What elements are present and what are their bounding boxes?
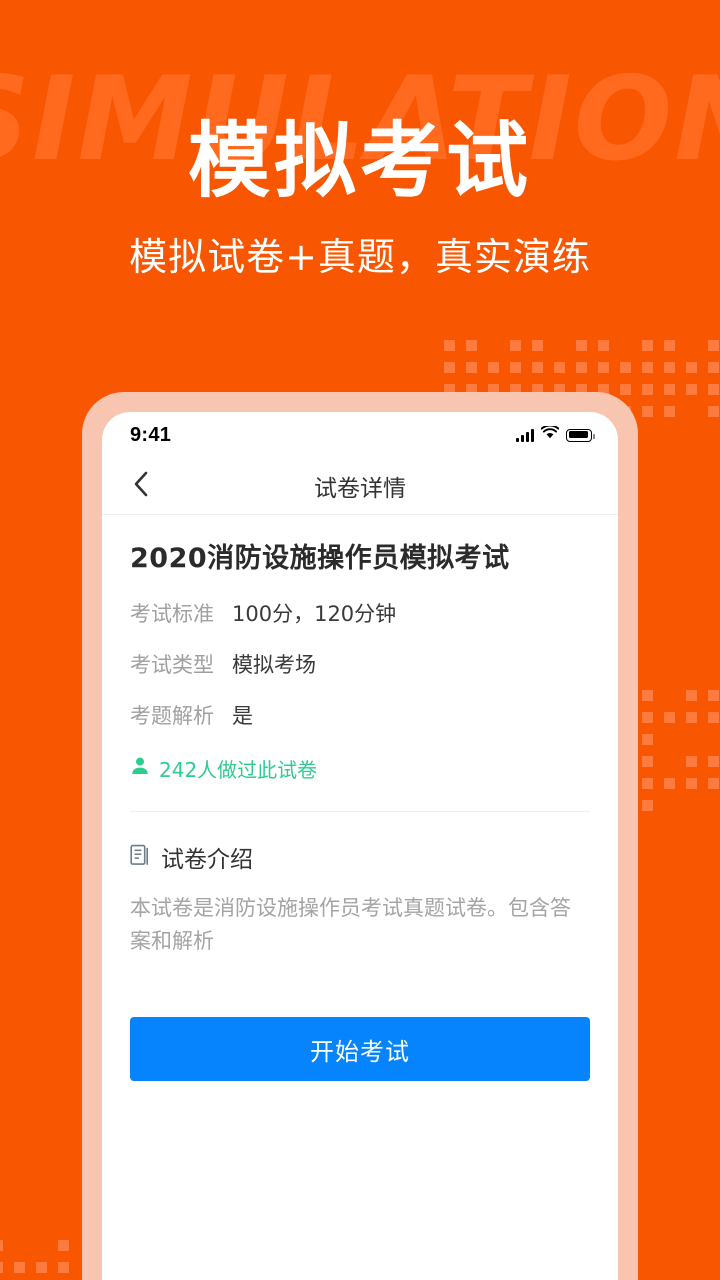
decorative-dot bbox=[532, 340, 543, 351]
decorative-dot bbox=[532, 362, 543, 373]
decorative-dot bbox=[686, 778, 697, 789]
meta-label: 考试类型 bbox=[130, 653, 214, 678]
meta-value: 模拟考场 bbox=[232, 653, 316, 678]
phone-screen: 9:41 试卷详情 2020消防设施操作员模拟考试 考试标准 100分，120分… bbox=[102, 412, 618, 1280]
decorative-dot bbox=[642, 362, 653, 373]
decorative-dot bbox=[598, 340, 609, 351]
decorative-dot bbox=[488, 362, 499, 373]
decorative-dot bbox=[708, 756, 719, 767]
decorative-dot bbox=[708, 362, 719, 373]
decorative-dot bbox=[642, 690, 653, 701]
nav-bar: 试卷详情 bbox=[102, 458, 618, 515]
decorative-dot bbox=[686, 384, 697, 395]
decorative-dot bbox=[642, 340, 653, 351]
decorative-dot bbox=[444, 362, 455, 373]
decorative-dot bbox=[620, 384, 631, 395]
start-exam-button[interactable]: 开始考试 bbox=[130, 1017, 590, 1082]
back-button[interactable] bbox=[124, 469, 158, 503]
meta-label: 考题解析 bbox=[130, 704, 214, 729]
decorative-dot bbox=[554, 362, 565, 373]
meta-row: 考题解析 是 bbox=[130, 700, 590, 730]
decorative-dot bbox=[510, 340, 521, 351]
meta-label: 考试标准 bbox=[130, 602, 214, 627]
promo-title: 模拟考试 bbox=[187, 114, 532, 209]
status-bar: 9:41 bbox=[102, 412, 618, 458]
decorative-dot bbox=[708, 406, 719, 417]
decorative-dot bbox=[664, 712, 675, 723]
status-bar-icons bbox=[516, 424, 595, 444]
meta-row: 考试标准 100分，120分钟 bbox=[130, 598, 590, 628]
decorative-dot bbox=[708, 712, 719, 723]
battery-icon bbox=[566, 428, 595, 442]
decorative-dot bbox=[708, 690, 719, 701]
decorative-dot bbox=[642, 800, 653, 811]
meta-value: 是 bbox=[232, 704, 253, 729]
decorative-dot bbox=[0, 1240, 3, 1251]
decorative-dot bbox=[664, 340, 675, 351]
decorative-dot bbox=[686, 690, 697, 701]
person-icon bbox=[130, 756, 150, 781]
promo-page: SIMULATION 模拟考试 模拟试卷+真题，真实演练 9:41 bbox=[0, 0, 720, 1280]
decorative-dot bbox=[708, 340, 719, 351]
decorative-dot bbox=[642, 756, 653, 767]
chevron-left-icon bbox=[133, 471, 149, 502]
decorative-dot bbox=[686, 712, 697, 723]
decorative-dot bbox=[642, 734, 653, 745]
decorative-dot bbox=[620, 362, 631, 373]
signal-bars-icon bbox=[516, 428, 534, 442]
decorative-dot bbox=[708, 778, 719, 789]
decorative-dot bbox=[642, 406, 653, 417]
decorative-dot bbox=[686, 756, 697, 767]
decorative-dot bbox=[664, 362, 675, 373]
intro-section-body: 本试卷是消防设施操作员考试真题试卷。包含答案和解析 bbox=[130, 896, 571, 953]
decorative-dot bbox=[664, 384, 675, 395]
takers-count-row: 242人做过此试卷 bbox=[130, 754, 590, 783]
decorative-dot bbox=[664, 778, 675, 789]
decorative-dot bbox=[642, 778, 653, 789]
wifi-icon bbox=[540, 424, 560, 444]
decorative-dot bbox=[576, 340, 587, 351]
decorative-dot bbox=[444, 340, 455, 351]
decorative-dot bbox=[466, 340, 477, 351]
meta-row: 考试类型 模拟考场 bbox=[130, 649, 590, 679]
phone-mockup-frame: 9:41 试卷详情 2020消防设施操作员模拟考试 考试标准 100分，120分… bbox=[82, 392, 638, 1280]
decorative-dot bbox=[642, 712, 653, 723]
section-divider bbox=[130, 811, 590, 813]
intro-section-header: 试卷介绍 bbox=[130, 840, 590, 874]
promo-subtitle: 模拟试卷+真题，真实演练 bbox=[129, 234, 591, 279]
paper-detail-content: 2020消防设施操作员模拟考试 考试标准 100分，120分钟 考试类型 模拟考… bbox=[102, 515, 618, 1082]
decorative-dot bbox=[58, 1262, 69, 1273]
decorative-dot bbox=[0, 1262, 3, 1273]
intro-section-title: 试卷介绍 bbox=[161, 847, 253, 874]
decorative-dot bbox=[664, 406, 675, 417]
decorative-dot bbox=[36, 1262, 47, 1273]
takers-count-label: 242人做过此试卷 bbox=[159, 758, 318, 783]
document-list-icon bbox=[130, 844, 151, 871]
paper-title: 2020消防设施操作员模拟考试 bbox=[130, 543, 510, 574]
decorative-dot bbox=[510, 362, 521, 373]
decorative-dot bbox=[466, 362, 477, 373]
decorative-dot bbox=[708, 384, 719, 395]
decorative-dot bbox=[14, 1262, 25, 1273]
decorative-dot bbox=[576, 362, 587, 373]
decorative-dot bbox=[58, 1240, 69, 1251]
status-bar-time: 9:41 bbox=[130, 423, 172, 446]
promo-headline-block: 模拟考试 模拟试卷+真题，真实演练 bbox=[0, 114, 720, 280]
decorative-dot bbox=[642, 384, 653, 395]
decorative-dot bbox=[598, 362, 609, 373]
page-title: 试卷详情 bbox=[314, 476, 406, 502]
meta-value: 100分，120分钟 bbox=[232, 602, 397, 627]
decorative-dot bbox=[686, 362, 697, 373]
